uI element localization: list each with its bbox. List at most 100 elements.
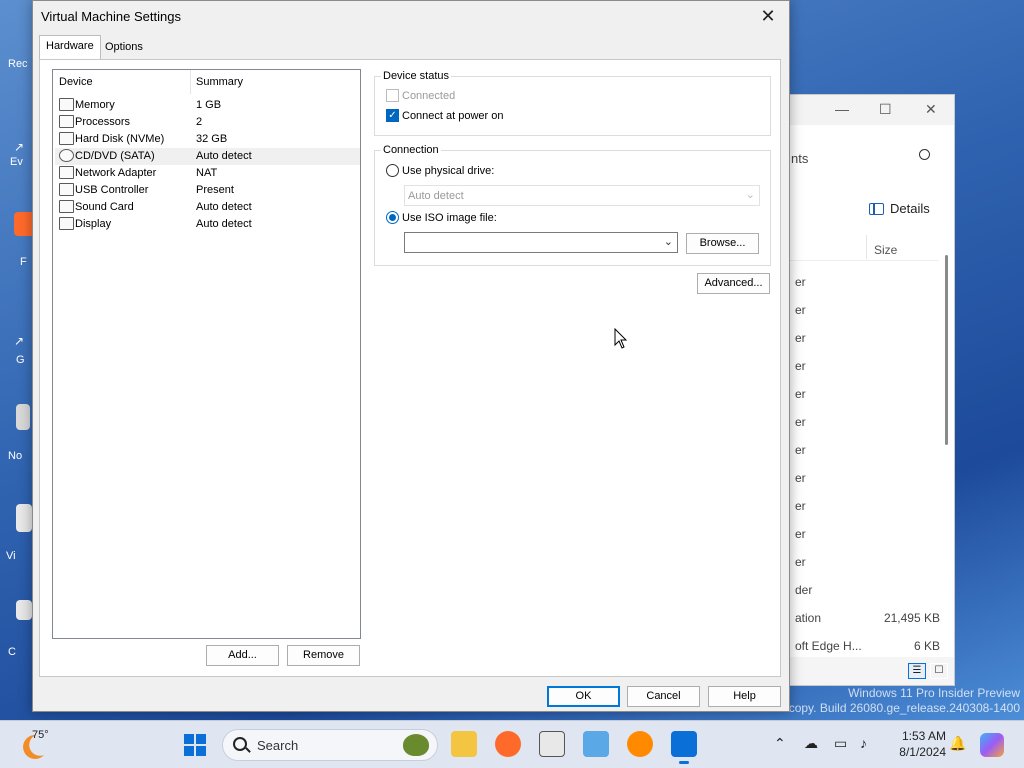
file-explorer-taskbar-icon[interactable] [451, 731, 477, 757]
list-item[interactable]: er [795, 499, 940, 513]
clock[interactable]: 1:53 AM 8/1/2024 [886, 728, 946, 760]
tab-options[interactable]: Options [99, 37, 149, 59]
device-row[interactable]: Processors 2 [55, 114, 360, 131]
file-name: er [795, 359, 806, 373]
device-row[interactable]: Network Adapter NAT [55, 165, 360, 182]
device-row[interactable]: Sound Card Auto detect [55, 199, 360, 216]
network-icon[interactable]: ▭ [834, 735, 847, 752]
device-row[interactable]: Hard Disk (NVMe) 32 GB [55, 131, 360, 148]
list-item[interactable]: ation 21,495 KB [795, 611, 940, 625]
close-icon[interactable]: ✕ [925, 101, 937, 118]
usb-icon [59, 183, 74, 196]
notepad-icon [16, 404, 30, 430]
app-taskbar-icon[interactable] [583, 731, 609, 757]
tiles-view-icon[interactable]: ☐ [930, 663, 948, 679]
connect-at-power-on-checkbox[interactable]: ✓ [386, 109, 399, 122]
list-item[interactable]: er [795, 471, 940, 485]
watermark-line2: on copy. Build 26080.ge_release.240308-1… [772, 701, 1020, 715]
device-row[interactable]: Memory 1 GB [55, 97, 360, 114]
device-name: Display [75, 218, 112, 230]
iso-image-path-combobox[interactable]: ⌄ [404, 232, 678, 253]
connected-checkbox[interactable] [386, 89, 399, 102]
hardware-panel: Device Summary Memory 1 GB Processors 2 Hard… [39, 59, 781, 677]
device-column-header[interactable]: Device [59, 76, 93, 88]
summary-column-header[interactable]: Summary [196, 76, 243, 88]
volume-icon[interactable]: ♪ [860, 735, 867, 751]
list-item[interactable]: er [795, 527, 940, 541]
list-item[interactable]: oft Edge H... 6 KB [795, 639, 940, 653]
tab-hardware[interactable]: Hardware [39, 35, 101, 59]
close-button[interactable]: ✕ [755, 5, 781, 27]
details-pane-button[interactable]: Details [869, 201, 930, 216]
device-name: Memory [75, 99, 115, 111]
file-name: er [795, 387, 806, 401]
help-button[interactable]: Help [708, 686, 781, 707]
physical-drive-select[interactable]: Auto detect ⌄ [404, 185, 760, 206]
cancel-button[interactable]: Cancel [627, 686, 700, 707]
network-adapter-icon [59, 166, 74, 179]
device-summary: Auto detect [196, 150, 252, 162]
taskbar-search-box[interactable]: Search [222, 729, 438, 761]
advanced-button[interactable]: Advanced... [697, 273, 770, 294]
device-row[interactable]: Display Auto detect [55, 216, 360, 233]
date-label: 8/1/2024 [899, 745, 946, 759]
device-row[interactable]: USB Controller Present [55, 182, 360, 199]
start-button[interactable] [184, 734, 206, 756]
dialog-title: Virtual Machine Settings [41, 9, 181, 24]
file-name: er [795, 555, 806, 569]
3d-box-taskbar-icon[interactable] [539, 731, 565, 757]
cloud-sync-icon[interactable]: ☁ [804, 735, 818, 752]
add-device-button[interactable]: Add... [206, 645, 279, 666]
list-item[interactable]: er [795, 331, 940, 345]
notification-bell-icon[interactable]: 🔔 [949, 735, 966, 752]
use-physical-drive-radio[interactable] [386, 164, 399, 177]
file-name: er [795, 303, 806, 317]
use-iso-image-radio[interactable] [386, 211, 399, 224]
list-item[interactable]: er [795, 359, 940, 373]
firefox-taskbar-icon[interactable] [495, 731, 521, 757]
browse-button[interactable]: Browse... [686, 233, 759, 254]
file-name: er [795, 331, 806, 345]
list-item[interactable]: er [795, 275, 940, 289]
mouse-cursor-icon [614, 328, 628, 349]
chevron-down-icon: ⌄ [745, 189, 755, 201]
chevron-down-icon[interactable]: ⌄ [664, 235, 673, 248]
file-explorer-window[interactable]: — ☐ ✕ nts Details Size er er er er er er er er e… [788, 94, 955, 686]
list-view-icon[interactable]: ☰ [908, 663, 926, 679]
list-item[interactable]: der [795, 583, 940, 597]
file-name: er [795, 527, 806, 541]
maximize-icon[interactable]: ☐ [879, 101, 892, 118]
explorer-titlebar[interactable]: — ☐ ✕ [789, 95, 954, 125]
vm-settings-dialog[interactable]: Virtual Machine Settings ✕ Hardware Opti… [32, 0, 790, 712]
desktop-icon-firefox[interactable]: F [0, 212, 38, 268]
desktop-icon-vi[interactable]: Vi [0, 504, 32, 562]
device-list[interactable]: Device Summary Memory 1 GB Processors 2 Hard… [52, 69, 361, 639]
size-column-header[interactable]: Size [874, 243, 897, 257]
list-item[interactable]: er [795, 443, 940, 457]
connection-title: Connection [381, 144, 441, 156]
list-item[interactable]: er [795, 303, 940, 317]
file-name: oft Edge H... [795, 639, 862, 653]
device-status-group: Device status Connected ✓ Connect at pow… [374, 70, 771, 136]
list-item[interactable]: er [795, 387, 940, 401]
explorer-scrollbar[interactable] [945, 255, 948, 445]
desktop-icon-notepad[interactable]: No [0, 404, 30, 462]
minimize-icon[interactable]: — [835, 101, 849, 117]
vlc-like-taskbar-icon[interactable] [627, 731, 653, 757]
explorer-search-box[interactable]: nts [789, 139, 956, 169]
device-name: Sound Card [75, 201, 134, 213]
chevron-up-icon[interactable]: ⌃ [774, 735, 786, 752]
desktop-icon-c[interactable]: C [0, 600, 32, 658]
device-name: CD/DVD (SATA) [75, 150, 155, 162]
remove-device-button[interactable]: Remove [287, 645, 360, 666]
ok-button[interactable]: OK [547, 686, 620, 707]
speaker-icon [59, 200, 74, 213]
list-item[interactable]: er [795, 555, 940, 569]
file-name: ation [795, 611, 822, 625]
copilot-icon[interactable] [980, 733, 1004, 757]
device-summary: 32 GB [196, 133, 228, 145]
temperature-label: 75° [32, 729, 49, 741]
vmware-taskbar-icon[interactable] [671, 731, 697, 764]
device-row[interactable]: CD/DVD (SATA) Auto detect [55, 148, 360, 165]
list-item[interactable]: er [795, 415, 940, 429]
